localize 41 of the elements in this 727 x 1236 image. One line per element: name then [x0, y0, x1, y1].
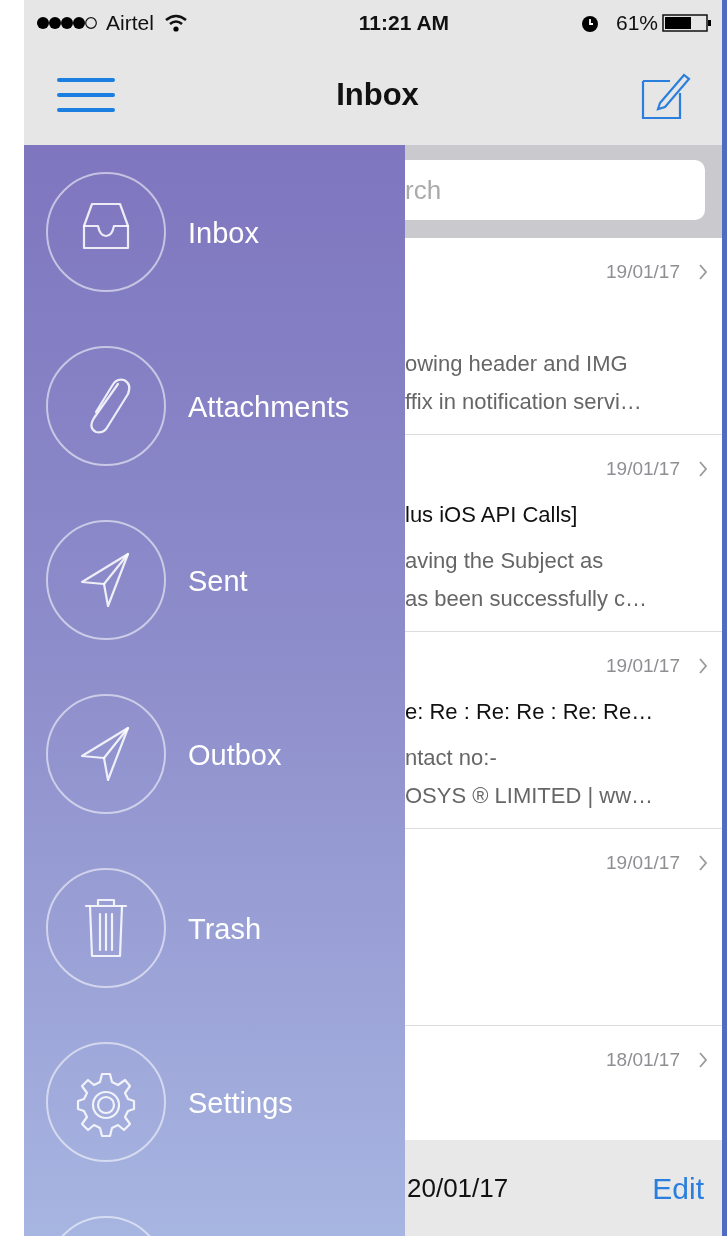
menu-icon[interactable] [57, 76, 115, 114]
screen-title: Inbox [336, 75, 419, 114]
search-field[interactable]: rch [405, 160, 705, 220]
menu-item-label[interactable]: Inbox [188, 212, 259, 256]
menu-item-label[interactable]: Trash [188, 908, 262, 952]
chevron-right-icon [698, 854, 708, 873]
battery-percent: 61% [615, 9, 658, 36]
status-time: 11:21 AM [357, 9, 450, 36]
chevron-right-icon [698, 1051, 708, 1070]
menu-icon-circle[interactable] [46, 1042, 166, 1162]
message-preview: as been successfully c… [405, 584, 649, 613]
chevron-right-icon [698, 657, 708, 676]
message-subject: e: Re : Re: Re : Re: Re… [405, 698, 654, 724]
menu-icon-circle[interactable] [46, 868, 166, 988]
update-status: 20/01/17 [407, 1171, 509, 1205]
menu-icon-circle[interactable] [46, 172, 166, 292]
menu-item-label[interactable]: Sent [188, 560, 248, 604]
edit-button[interactable]: Edit [652, 1165, 704, 1211]
chevron-right-icon [698, 263, 708, 282]
wifi-icon [163, 13, 188, 32]
chevron-right-icon [698, 460, 708, 479]
message-preview: aving the Subject as [405, 546, 605, 575]
menu-item-label[interactable]: Outbox [188, 734, 282, 778]
menu-icon-circle[interactable] [46, 346, 166, 466]
menu-item-label[interactable]: Attachments [188, 386, 350, 430]
message-date: 19/01/17 [606, 851, 680, 875]
message-preview: OSYS ® LIMITED | ww… [405, 781, 655, 810]
message-date: 18/01/17 [606, 1048, 680, 1072]
menu-icon-circle[interactable] [46, 694, 166, 814]
signal-icon [36, 15, 98, 30]
menu-item-label[interactable]: Settings [188, 1082, 293, 1126]
message-preview: ffix in notification servi… [405, 387, 643, 416]
menu-icon-circle[interactable] [46, 520, 166, 640]
message-date: 19/01/17 [606, 654, 680, 678]
message-preview: owing header and IMG [405, 349, 629, 378]
carrier-name: Airtel [106, 9, 154, 36]
battery-icon [662, 12, 712, 33]
message-date: 19/01/17 [606, 260, 680, 284]
message-date: 19/01/17 [606, 457, 680, 481]
message-preview: ntact no:- [405, 743, 498, 772]
message-subject: lus iOS API Calls] [405, 501, 578, 527]
